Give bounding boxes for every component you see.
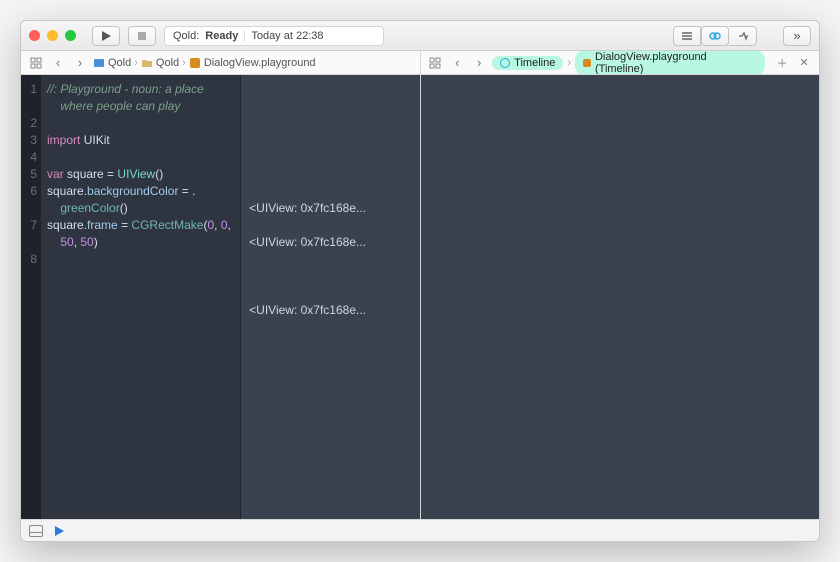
- activity-status: Qold: Ready Today at 22:38: [164, 26, 384, 46]
- result-line[interactable]: <UIView: 0x7fc168e...: [249, 302, 411, 319]
- minimize-window[interactable]: [47, 30, 58, 41]
- result-line[interactable]: <UIView: 0x7fc168e...: [249, 200, 411, 217]
- close-window[interactable]: [29, 30, 40, 41]
- source-editor[interactable]: //: Playground - noun: a place where peo…: [41, 75, 240, 519]
- add-assistant-button[interactable]: ＋: [773, 54, 791, 72]
- zoom-window[interactable]: [65, 30, 76, 41]
- breadcrumb[interactable]: Qold › Qold › DialogView.playground: [93, 57, 316, 69]
- content-area: 1 2 3 4 5 6 7 8 //: Playground - noun: a…: [21, 75, 819, 519]
- close-assistant-button[interactable]: ✕: [795, 54, 813, 72]
- project-icon: [93, 57, 105, 69]
- folder-icon: [141, 57, 153, 69]
- stop-button[interactable]: [128, 26, 156, 46]
- editor-area: 1 2 3 4 5 6 7 8 //: Playground - noun: a…: [21, 75, 420, 519]
- toolbar-overflow-button[interactable]: »: [783, 26, 811, 46]
- debug-bar: [21, 519, 819, 541]
- run-button[interactable]: [92, 26, 120, 46]
- timeline-label: Timeline: [514, 57, 555, 69]
- timeline-file-pill[interactable]: DialogView.playground (Timeline): [575, 51, 765, 74]
- assistant-related-button[interactable]: [427, 54, 445, 72]
- crumb-2: Qold: [156, 57, 179, 69]
- playground-icon: [189, 57, 201, 69]
- status-state: Ready: [205, 30, 238, 42]
- jump-bar: ‹ › Qold › Qold › DialogView.playground …: [21, 51, 819, 75]
- crumb-3: DialogView.playground: [204, 57, 316, 69]
- line-gutter: 1 2 3 4 5 6 7 8: [21, 75, 41, 519]
- result-line[interactable]: <UIView: 0x7fc168e...: [249, 234, 411, 251]
- toggle-debug-area-button[interactable]: [29, 525, 43, 537]
- results-sidebar: <UIView: 0x7fc168e... <UIView: 0x7fc168e…: [240, 75, 419, 519]
- standard-editor-button[interactable]: [673, 26, 701, 46]
- timeline-pill[interactable]: Timeline: [492, 56, 563, 70]
- nav-back-button[interactable]: ‹: [49, 54, 67, 72]
- xcode-window: Qold: Ready Today at 22:38 » ‹: [20, 20, 820, 542]
- titlebar: Qold: Ready Today at 22:38 »: [21, 21, 819, 51]
- assistant-editor-button[interactable]: [701, 26, 729, 46]
- status-time: Today at 22:38: [251, 30, 323, 42]
- status-project: Qold:: [173, 30, 199, 42]
- assistant-back-button[interactable]: ‹: [448, 54, 466, 72]
- related-items-button[interactable]: [27, 54, 45, 72]
- jump-bar-left: ‹ › Qold › Qold › DialogView.playground: [21, 51, 420, 74]
- window-controls: [29, 30, 76, 41]
- nav-forward-button[interactable]: ›: [71, 54, 89, 72]
- execute-playground-button[interactable]: [53, 525, 65, 537]
- assistant-forward-button[interactable]: ›: [470, 54, 488, 72]
- timeline-canvas[interactable]: [421, 75, 820, 519]
- code-column: 1 2 3 4 5 6 7 8 //: Playground - noun: a…: [21, 75, 240, 519]
- primary-pane: 1 2 3 4 5 6 7 8 //: Playground - noun: a…: [21, 75, 420, 519]
- jump-bar-right: ‹ › Timeline › DialogView.playground (Ti…: [420, 51, 820, 74]
- timeline-file-label: DialogView.playground (Timeline): [595, 51, 757, 74]
- editor-mode-group: [673, 26, 757, 46]
- version-editor-button[interactable]: [729, 26, 757, 46]
- overflow-icon: »: [793, 28, 800, 43]
- assistant-pane: [420, 75, 820, 519]
- crumb-1: Qold: [108, 57, 131, 69]
